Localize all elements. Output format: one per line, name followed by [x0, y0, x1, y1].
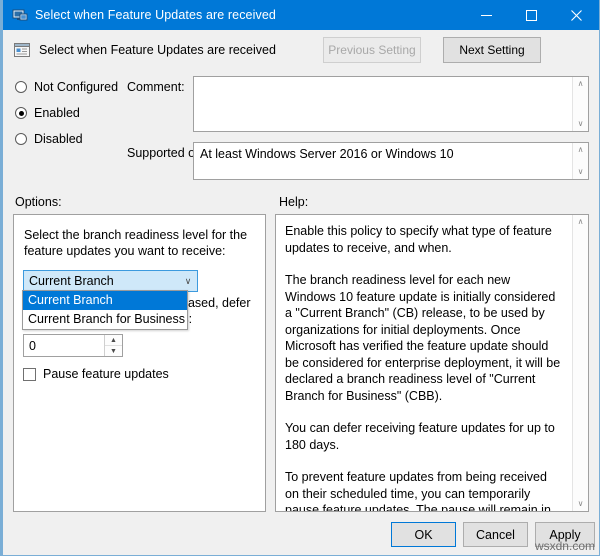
policy-setting-dialog: Select when Feature Updates are received — [0, 0, 600, 556]
previous-setting-button[interactable]: Previous Setting — [323, 37, 421, 63]
scroll-up-icon[interactable]: ∧ — [578, 77, 584, 91]
window-controls — [464, 0, 599, 30]
scroll-down-icon[interactable]: ∨ — [578, 165, 584, 179]
comment-scrollbar[interactable]: ∧ ∨ — [572, 77, 588, 131]
stepper-buttons: ▲ ▼ — [104, 335, 122, 356]
title-bar[interactable]: Select when Feature Updates are received — [3, 0, 599, 30]
pause-checkbox-mark — [23, 368, 36, 381]
branch-readiness-description: Select the branch readiness level for th… — [24, 227, 252, 259]
radio-not-configured[interactable]: Not Configured — [15, 80, 118, 94]
scroll-up-icon[interactable]: ∧ — [578, 215, 584, 229]
branch-readiness-combobox[interactable]: Current Branch ∨ — [23, 270, 198, 292]
radio-disabled[interactable]: Disabled — [15, 132, 83, 146]
help-scrollbar[interactable]: ∧ ∨ — [572, 215, 588, 511]
policy-window-icon — [12, 7, 28, 23]
radio-enabled-mark — [15, 107, 27, 119]
help-paragraph: Enable this policy to specify what type … — [285, 223, 564, 256]
help-paragraph: You can defer receiving feature updates … — [285, 420, 564, 453]
scroll-down-icon[interactable]: ∨ — [578, 117, 584, 131]
supported-on-value: At least Windows Server 2016 or Windows … — [194, 143, 588, 165]
policy-setting-icon — [13, 41, 31, 59]
stepper-up-icon[interactable]: ▲ — [105, 335, 122, 346]
dropdown-option-current-branch-for-business[interactable]: Current Branch for Business — [23, 310, 187, 329]
ok-button[interactable]: OK — [391, 522, 456, 547]
pause-checkbox-label: Pause feature updates — [43, 367, 169, 381]
setting-title: Select when Feature Updates are received — [39, 43, 276, 57]
chevron-down-icon[interactable]: ∨ — [179, 276, 197, 287]
pause-feature-updates-checkbox[interactable]: Pause feature updates — [23, 367, 169, 381]
next-setting-button[interactable]: Next Setting — [443, 37, 541, 63]
radio-not-configured-mark — [15, 81, 27, 93]
scroll-down-icon[interactable]: ∨ — [578, 497, 584, 511]
close-icon[interactable] — [554, 0, 599, 30]
supported-on-scrollbar[interactable]: ∧ ∨ — [572, 143, 588, 179]
branch-readiness-value: Current Branch — [24, 274, 179, 288]
defer-days-stepper[interactable]: 0 ▲ ▼ — [23, 334, 123, 357]
minimize-icon[interactable] — [464, 0, 509, 30]
supported-on-field: At least Windows Server 2016 or Windows … — [193, 142, 589, 180]
radio-enabled-label: Enabled — [34, 106, 80, 120]
comment-label: Comment: — [127, 80, 185, 94]
branch-readiness-dropdown-list[interactable]: Current Branch Current Branch for Busine… — [22, 290, 188, 330]
state-and-meta-section: Not Configured Enabled Disabled Comment:… — [3, 70, 599, 185]
help-paragraph: The branch readiness level for each new … — [285, 272, 564, 404]
defer-days-value[interactable]: 0 — [24, 335, 104, 356]
cancel-button[interactable]: Cancel — [463, 522, 528, 547]
watermark: wsxdn.com — [535, 539, 595, 553]
radio-not-configured-label: Not Configured — [34, 80, 118, 94]
radio-enabled[interactable]: Enabled — [15, 106, 80, 120]
help-panel: Enable this policy to specify what type … — [275, 214, 589, 512]
help-text: Enable this policy to specify what type … — [276, 215, 572, 511]
dropdown-option-current-branch[interactable]: Current Branch — [23, 291, 187, 310]
radio-disabled-label: Disabled — [34, 132, 83, 146]
options-label: Options: — [15, 195, 62, 209]
radio-disabled-mark — [15, 133, 27, 145]
help-label: Help: — [279, 195, 308, 209]
help-paragraph: To prevent feature updates from being re… — [285, 469, 564, 512]
window-title: Select when Feature Updates are received — [35, 8, 276, 22]
scroll-up-icon[interactable]: ∧ — [578, 143, 584, 157]
comment-input[interactable]: ∧ ∨ — [193, 76, 589, 132]
setting-header: Select when Feature Updates are received… — [3, 30, 599, 70]
stepper-down-icon[interactable]: ▼ — [105, 346, 122, 356]
options-panel: Select the branch readiness level for th… — [13, 214, 266, 512]
maximize-icon[interactable] — [509, 0, 554, 30]
